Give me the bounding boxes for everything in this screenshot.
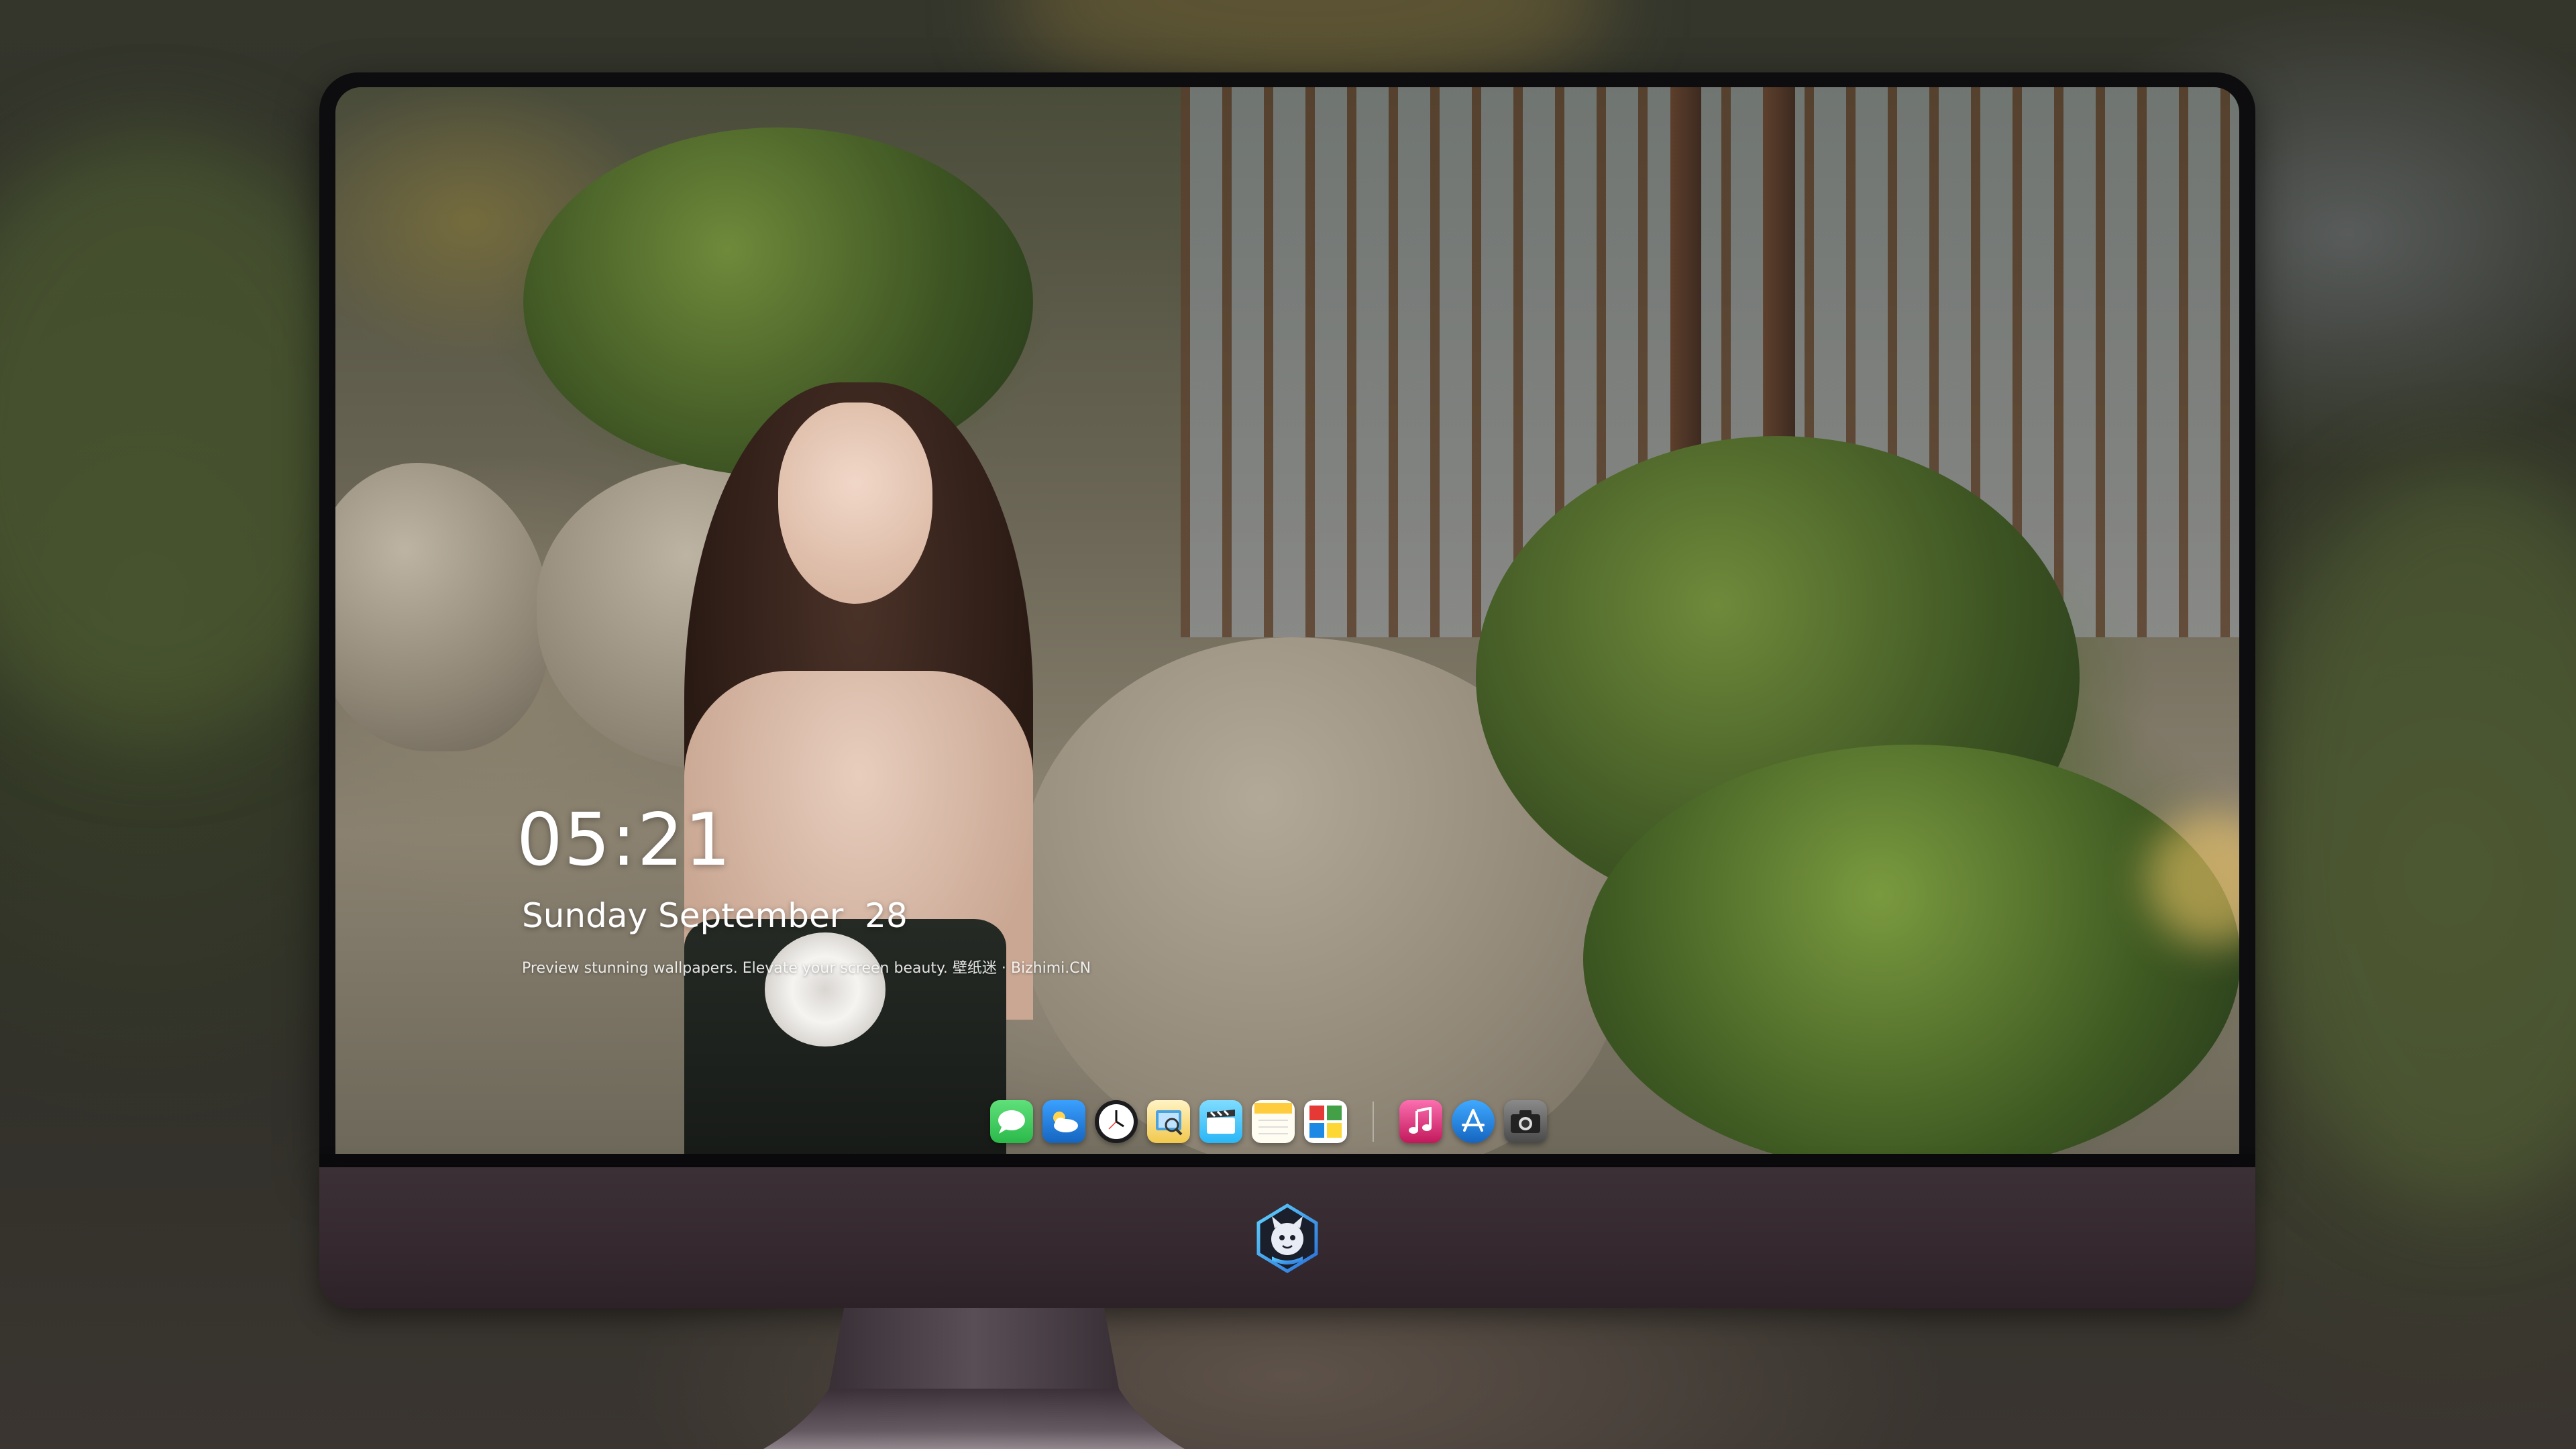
preview-icon[interactable]	[1147, 1100, 1190, 1143]
app-store-icon[interactable]	[1452, 1100, 1495, 1143]
monitor-screen-edge	[319, 1154, 2255, 1169]
monitor-stand	[763, 1308, 1185, 1449]
dock	[978, 1092, 1559, 1151]
lock-screen-time: 05:21	[517, 798, 733, 882]
background-foliage-right	[2247, 470, 2576, 1208]
monitor-screen: 05:21 Sunday September 28 Preview stunni…	[335, 87, 2239, 1154]
wallpaper-bush	[1583, 745, 2239, 1154]
weather-icon[interactable]	[1042, 1100, 1085, 1143]
wallpaper-person-face	[778, 402, 932, 604]
lock-screen-tagline: Preview stunning wallpapers. Elevate you…	[522, 960, 1091, 977]
music-icon[interactable]	[1399, 1100, 1442, 1143]
wallpaper-camellia-flower	[765, 932, 885, 1046]
wallpaper-rock	[335, 463, 550, 751]
clock-icon[interactable]	[1095, 1100, 1138, 1143]
lock-screen-date: Sunday September 28	[522, 896, 908, 935]
camera-icon[interactable]	[1504, 1100, 1547, 1143]
dock-separator	[1373, 1102, 1374, 1142]
mascot-logo-icon	[1252, 1203, 1323, 1274]
monitor: 05:21 Sunday September 28 Preview stunni…	[319, 72, 2255, 1449]
clips-icon[interactable]	[1199, 1100, 1242, 1143]
notes-icon[interactable]	[1252, 1100, 1295, 1143]
desktop-background: 05:21 Sunday September 28 Preview stunni…	[0, 0, 2576, 1449]
messages-icon[interactable]	[990, 1100, 1033, 1143]
photo-booth-icon[interactable]	[1304, 1100, 1347, 1143]
